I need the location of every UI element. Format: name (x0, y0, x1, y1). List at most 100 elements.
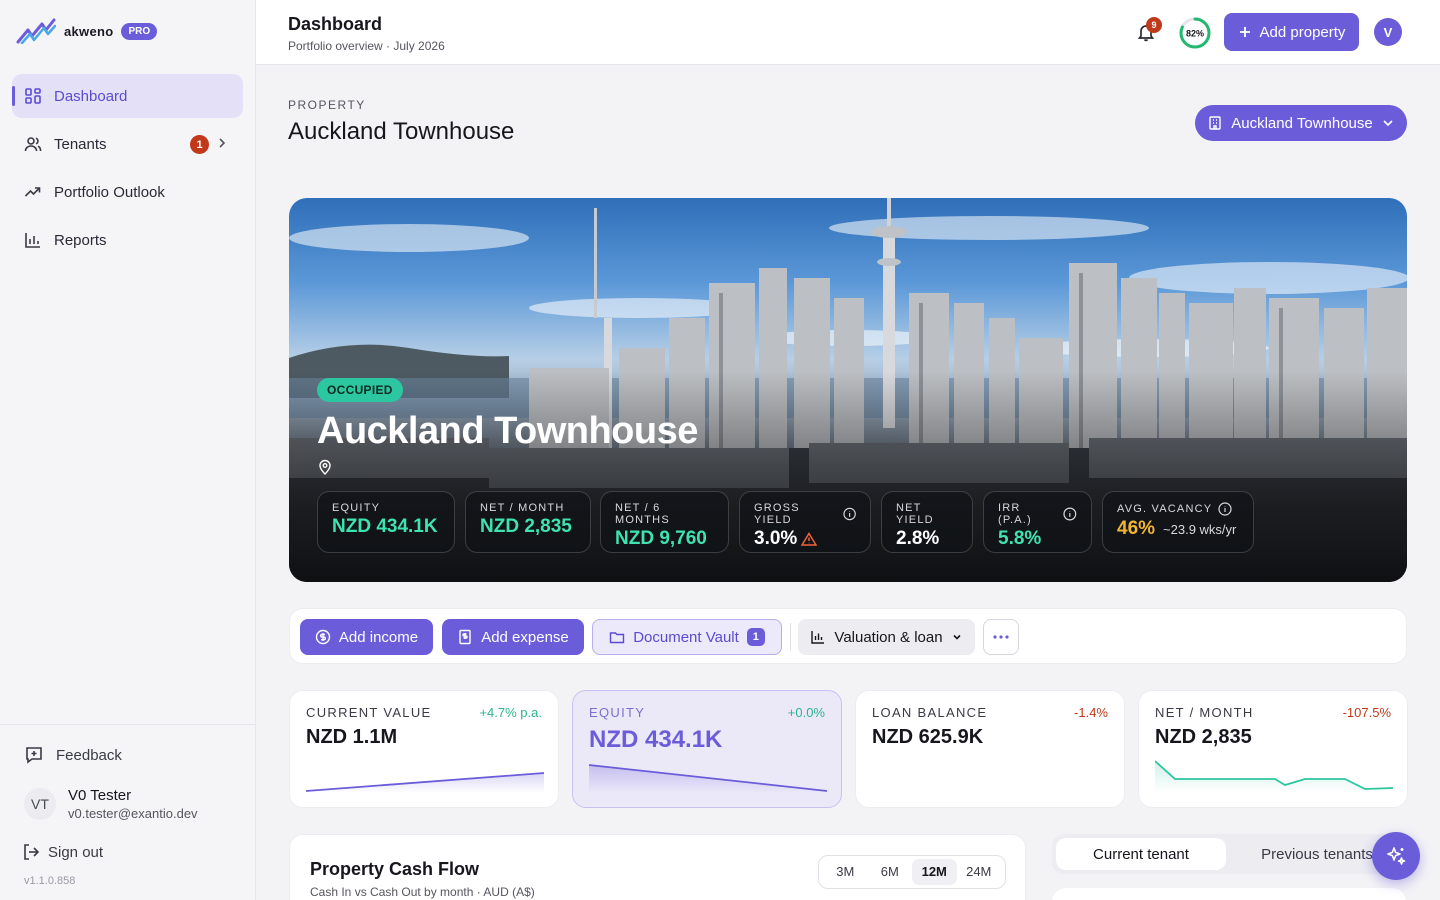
sidebar-item-dashboard[interactable]: Dashboard (12, 74, 243, 118)
tenants-count-badge: 1 (190, 135, 209, 154)
card-value: NZD 625.9K (872, 726, 984, 748)
stat-sub-value: ~23.9 wks/yr (1163, 521, 1237, 537)
folder-icon (609, 632, 625, 644)
divider (790, 623, 791, 651)
sidebar-item-label: Dashboard (54, 87, 128, 105)
plus-icon (1239, 27, 1250, 37)
completion-ring[interactable]: 82% (1178, 16, 1212, 50)
bar-chart-icon (811, 631, 825, 644)
kpi-card-loan-balance[interactable]: LOAN BALANCE -1.4% NZD 625.9K (855, 690, 1125, 808)
stat-value: 46% (1117, 518, 1156, 539)
sidebar-item-tenants[interactable]: Tenants 1 (12, 122, 243, 166)
receipt-icon (459, 629, 471, 645)
page-title: Dashboard (288, 14, 383, 34)
user-name: V0 Tester (68, 787, 132, 804)
document-count-badge: 1 (746, 628, 765, 646)
stat-label: IRR (P.A.) (998, 502, 1032, 526)
avatar[interactable]: V (1374, 18, 1402, 46)
sidebar-item-label: Reports (54, 231, 107, 249)
property-hero: OCCUPIED Auckland Townhouse EQUITY NZD 4… (289, 198, 1407, 582)
trend-icon (24, 187, 41, 197)
stat-value: NZD 2,835 (480, 516, 572, 537)
card-delta: +4.7% p.a. (479, 705, 542, 720)
more-options-button[interactable] (983, 619, 1019, 655)
hero-property-name: Auckland Townhouse (317, 410, 698, 452)
sidebar: akweno PRO Dashboard Tenants 1 Portfolio… (0, 0, 256, 900)
chevron-down-icon (1383, 120, 1393, 127)
sign-out-button[interactable]: Sign out (22, 843, 103, 861)
app-version: v1.1.0.858 (24, 875, 76, 887)
sparkline-net-month (1155, 760, 1393, 793)
kpi-card-current-value[interactable]: CURRENT VALUE +4.7% p.a. NZD 1.1M (289, 690, 559, 808)
chevron-right-icon[interactable] (215, 136, 229, 150)
sparkles-icon (1387, 847, 1406, 865)
sidebar-footer: Feedback VT V0 Tester v0.tester@exantio.… (0, 724, 255, 900)
building-icon (1209, 116, 1221, 130)
add-income-label: Add income (338, 628, 419, 646)
sidebar-item-portfolio-outlook[interactable]: Portfolio Outlook (12, 170, 243, 214)
add-expense-label: Add expense (481, 628, 569, 646)
plan-badge: PRO (121, 22, 158, 40)
warning-icon[interactable] (801, 532, 818, 546)
page-subtitle: Portfolio overview · July 2026 (288, 39, 445, 53)
range-12m[interactable]: 12M (912, 859, 957, 885)
brand[interactable]: akweno PRO (16, 18, 158, 44)
document-vault-label: Document Vault (633, 628, 739, 646)
location-pin-icon[interactable] (318, 459, 332, 475)
stat-value: 5.8% (998, 528, 1042, 549)
document-vault-button[interactable]: Document Vault 1 (592, 619, 782, 655)
users-icon (24, 137, 42, 152)
user-profile[interactable]: VT V0 Tester v0.tester@exantio.dev (24, 787, 198, 821)
property-selector[interactable]: Auckland Townhouse (1195, 105, 1407, 141)
stat-label-row: AVG. VACANCY (1117, 502, 1239, 516)
sparkline-current-value (306, 772, 544, 793)
valuation-loan-label: Valuation & loan (834, 628, 943, 646)
stat-label: EQUITY (332, 502, 381, 514)
stat-value: 3.0% (754, 528, 798, 549)
stat-label: NET / MONTH (480, 502, 565, 514)
property-title: Auckland Townhouse (288, 118, 515, 145)
kpi-card-net-month[interactable]: NET / MONTH -107.5% NZD 2,835 (1138, 690, 1408, 808)
sparkline-equity (589, 764, 827, 793)
stat-label-row: GROSS YIELD (754, 502, 856, 526)
range-3m[interactable]: 3M (823, 859, 868, 885)
info-icon[interactable] (1218, 502, 1232, 516)
bar-chart-icon (25, 233, 40, 248)
info-icon[interactable] (1063, 507, 1077, 521)
property-selector-label: Auckland Townhouse (1231, 114, 1373, 132)
card-delta: +0.0% (787, 705, 825, 720)
stat-net-yield: NET YIELD 2.8% (881, 491, 973, 553)
sidebar-item-reports[interactable]: Reports (12, 218, 243, 262)
stat-label-row: IRR (P.A.) (998, 502, 1077, 526)
user-email: v0.tester@exantio.dev (68, 806, 198, 821)
stat-avg-vacancy: AVG. VACANCY 46% ~23.9 wks/yr (1102, 491, 1254, 553)
ai-assistant-button[interactable] (1372, 832, 1420, 880)
brand-name: akweno (64, 23, 114, 39)
logo-icon (16, 18, 56, 44)
info-icon[interactable] (843, 507, 856, 521)
add-income-button[interactable]: Add income (300, 619, 433, 655)
stat-label: GROSS YIELD (754, 502, 800, 526)
dollar-circle-icon (315, 629, 331, 645)
tab-current-tenant[interactable]: Current tenant (1056, 838, 1226, 870)
kpi-card-equity[interactable]: EQUITY +0.0% NZD 434.1K (572, 690, 842, 808)
range-6m[interactable]: 6M (868, 859, 913, 885)
stat-label: NET YIELD (896, 502, 934, 526)
card-value: NZD 1.1M (306, 726, 398, 748)
valuation-loan-dropdown[interactable]: Valuation & loan (798, 619, 975, 655)
feedback-link[interactable]: Feedback (24, 745, 122, 765)
stat-label: AVG. VACANCY (1117, 503, 1213, 515)
cash-flow-subtitle: Cash In vs Cash Out by month · AUD (A$) (310, 885, 535, 899)
range-24m[interactable]: 24M (957, 859, 1002, 885)
tenant-tabs: Current tenant Previous tenants (1052, 834, 1406, 874)
stat-net-month: NET / MONTH NZD 2,835 (465, 491, 591, 553)
add-expense-button[interactable]: Add expense (442, 619, 584, 655)
completion-text: 82% (1186, 29, 1204, 39)
stat-gross-yield: GROSS YIELD 3.0% (739, 491, 871, 553)
stat-equity: EQUITY NZD 434.1K (317, 491, 455, 553)
add-property-button[interactable]: Add property (1224, 13, 1359, 51)
sign-out-label: Sign out (48, 843, 104, 861)
stat-value-row: 3.0% (754, 528, 856, 550)
range-selector: 3M 6M 12M 24M (818, 855, 1006, 889)
stat-value: NZD 434.1K (332, 516, 438, 537)
